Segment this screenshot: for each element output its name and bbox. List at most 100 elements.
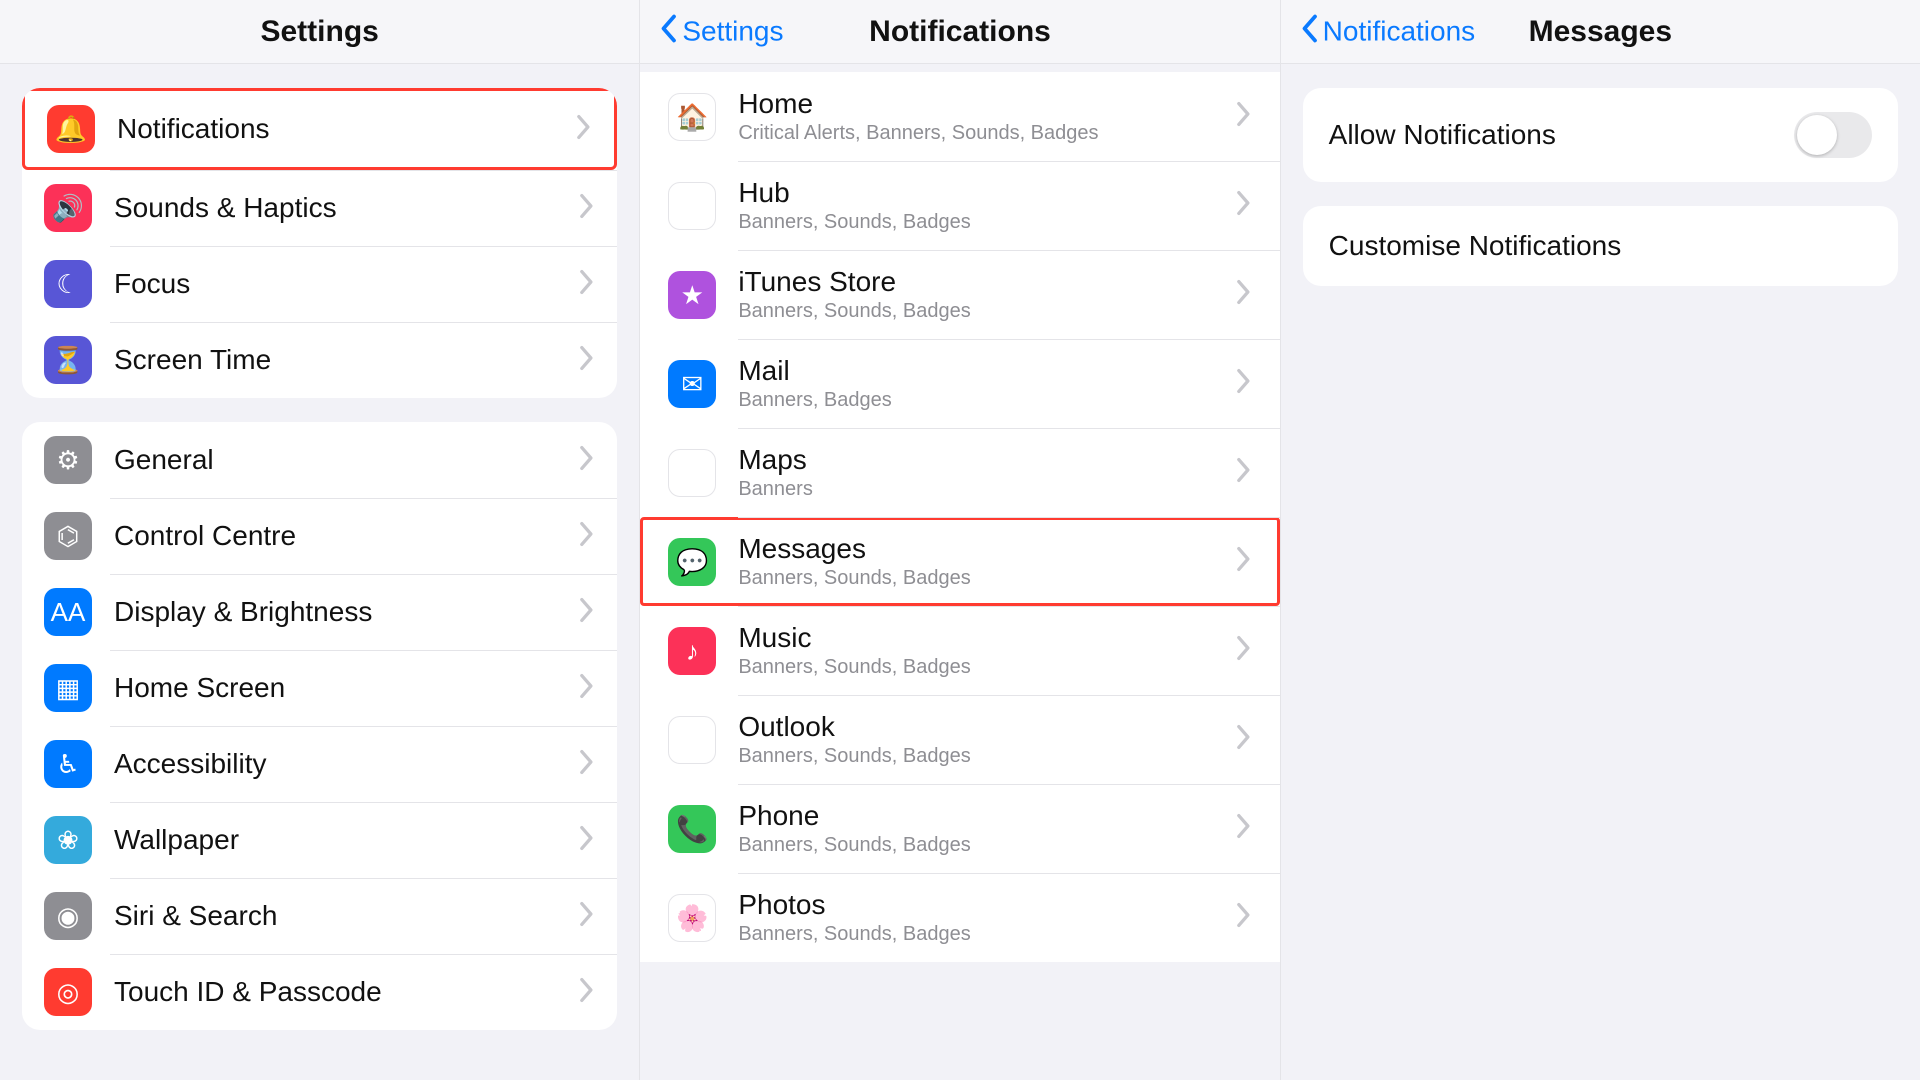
settings-group-1: 🔔 Notifications 🔊Sounds & Haptics☾Focus ⏳ Sc…: [22, 88, 617, 398]
chevron-right-icon: [579, 977, 595, 1008]
chevron-right-icon: [1236, 279, 1252, 310]
messages-nav: Notifications Messages: [1281, 0, 1920, 64]
phone-icon: 📞: [668, 805, 716, 853]
settings-row-touchid[interactable]: ◎ Touch ID & Passcode: [22, 954, 617, 1030]
chevron-right-icon: [579, 521, 595, 552]
star-icon: ★: [668, 271, 716, 319]
customise-notifications-row[interactable]: Customise Notifications: [1303, 206, 1898, 286]
settings-content: 🔔 Notifications 🔊Sounds & Haptics☾Focus ⏳ Sc…: [0, 64, 639, 1080]
row-labels: Sounds & Haptics: [114, 192, 557, 224]
app-notification-list: 🏠HomeCritical Alerts, Banners, Sounds, B…: [640, 72, 1279, 962]
chevron-right-icon: [579, 345, 595, 376]
row-sublabel: Banners, Sounds, Badges: [738, 923, 1213, 946]
row-labels: Screen Time: [114, 344, 557, 376]
row-labels: Home Screen: [114, 672, 557, 704]
row-sublabel: Banners, Sounds, Badges: [738, 211, 1213, 234]
settings-row-display[interactable]: AA Display & Brightness: [22, 574, 617, 650]
chevron-right-icon: [1236, 368, 1252, 399]
settings-row-general[interactable]: ⚙︎General: [22, 422, 617, 498]
chevron-left-icon: [1299, 13, 1319, 50]
messages-title: Messages: [1529, 15, 1672, 49]
row-labels: MapsBanners: [738, 444, 1213, 501]
bell-icon: 🔔: [47, 105, 95, 153]
app-row-itunes[interactable]: ★ iTunes StoreBanners, Sounds, Badges: [640, 250, 1279, 339]
row-labels: Display & Brightness: [114, 596, 557, 628]
chevron-left-icon: [658, 13, 678, 50]
settings-row-focus[interactable]: ☾Focus: [22, 246, 617, 322]
row-label: Mail: [738, 355, 1213, 387]
app-row-outlook[interactable]: ✉︎OutlookBanners, Sounds, Badges: [640, 695, 1279, 784]
row-label: Outlook: [738, 711, 1213, 743]
allow-notifications-row: Allow Notifications: [1303, 88, 1898, 182]
settings-group-2: ⚙︎General ⌬ Control Centre AA Display & Brig…: [22, 422, 617, 1030]
settings-row-sounds[interactable]: 🔊Sounds & Haptics: [22, 170, 617, 246]
envelope-icon: ✉︎: [668, 360, 716, 408]
row-labels: Wallpaper: [114, 824, 557, 856]
app-row-maps[interactable]: 🗺 MapsBanners: [640, 428, 1279, 517]
row-labels: MusicBanners, Sounds, Badges: [738, 622, 1213, 679]
chevron-right-icon: [579, 445, 595, 476]
back-to-settings[interactable]: Settings: [658, 13, 783, 50]
row-label: Messages: [738, 533, 1213, 565]
chevron-right-icon: [1236, 190, 1252, 221]
back-label: Notifications: [1323, 16, 1476, 48]
app-row-home[interactable]: 🏠HomeCritical Alerts, Banners, Sounds, B…: [640, 72, 1279, 161]
row-labels: iTunes StoreBanners, Sounds, Badges: [738, 266, 1213, 323]
settings-row-controlcentre[interactable]: ⌬ Control Centre: [22, 498, 617, 574]
back-to-notifications[interactable]: Notifications: [1299, 13, 1476, 50]
photos-icon: 🌸: [668, 894, 716, 942]
app-row-music[interactable]: ♪ MusicBanners, Sounds, Badges: [640, 606, 1279, 695]
allow-label: Allow Notifications: [1329, 119, 1556, 151]
row-label: Photos: [738, 889, 1213, 921]
fingerprint-icon: ◎: [44, 968, 92, 1016]
row-label: Wallpaper: [114, 824, 557, 856]
cube-icon: ◆: [668, 182, 716, 230]
chevron-right-icon: [1236, 902, 1252, 933]
row-labels: Siri & Search: [114, 900, 557, 932]
house-icon: 🏠: [668, 93, 716, 141]
settings-row-screentime[interactable]: ⏳ Screen Time: [22, 322, 617, 398]
allow-group: Allow Notifications: [1303, 88, 1898, 182]
row-labels: Notifications: [117, 113, 554, 145]
grid-icon: ▦: [44, 664, 92, 712]
row-label: iTunes Store: [738, 266, 1213, 298]
map-icon: 🗺: [668, 449, 716, 497]
app-row-photos[interactable]: 🌸 PhotosBanners, Sounds, Badges: [640, 873, 1279, 962]
chat-icon: 💬: [668, 538, 716, 586]
aa-icon: AA: [44, 588, 92, 636]
allow-notifications-toggle[interactable]: [1794, 112, 1872, 158]
chevron-right-icon: [579, 749, 595, 780]
customise-label: Customise Notifications: [1329, 230, 1622, 262]
chevron-right-icon: [1236, 635, 1252, 666]
row-label: Touch ID & Passcode: [114, 976, 557, 1008]
app-row-hub[interactable]: ◆ HubBanners, Sounds, Badges: [640, 161, 1279, 250]
settings-row-accessibility[interactable]: ♿︎Accessibility: [22, 726, 617, 802]
chevron-right-icon: [579, 193, 595, 224]
settings-nav: Settings: [0, 0, 639, 64]
row-label: Screen Time: [114, 344, 557, 376]
chevron-right-icon: [579, 673, 595, 704]
row-labels: MessagesBanners, Sounds, Badges: [738, 533, 1213, 590]
row-sublabel: Banners, Sounds, Badges: [738, 567, 1213, 590]
person-icon: ♿︎: [44, 740, 92, 788]
sliders-icon: ⌬: [44, 512, 92, 560]
row-labels: Control Centre: [114, 520, 557, 552]
app-row-mail[interactable]: ✉︎MailBanners, Badges: [640, 339, 1279, 428]
outlook-icon: ✉︎: [668, 716, 716, 764]
settings-row-wallpaper[interactable]: ❀Wallpaper: [22, 802, 617, 878]
music-icon: ♪: [668, 627, 716, 675]
settings-row-notifications[interactable]: 🔔 Notifications: [22, 88, 617, 170]
app-row-phone[interactable]: 📞PhoneBanners, Sounds, Badges: [640, 784, 1279, 873]
row-label: Display & Brightness: [114, 596, 557, 628]
row-label: Hub: [738, 177, 1213, 209]
app-row-messages[interactable]: 💬 MessagesBanners, Sounds, Badges: [640, 517, 1279, 606]
row-label: Siri & Search: [114, 900, 557, 932]
chevron-right-icon: [1236, 546, 1252, 577]
hourglass-icon: ⏳: [44, 336, 92, 384]
settings-row-siri[interactable]: ◉Siri & Search: [22, 878, 617, 954]
settings-row-homescreen[interactable]: ▦ Home Screen: [22, 650, 617, 726]
notifications-pane: Settings Notifications 🏠HomeCritical Ale…: [640, 0, 1280, 1080]
row-sublabel: Banners, Sounds, Badges: [738, 834, 1213, 857]
settings-title: Settings: [260, 15, 378, 49]
row-sublabel: Banners: [738, 478, 1213, 501]
